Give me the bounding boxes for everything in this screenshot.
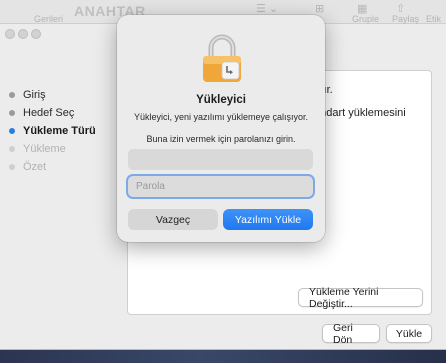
step-destination: Hedef Seç [6,104,116,122]
step-dot-icon [9,146,15,152]
step-dot-icon [9,92,15,98]
username-field[interactable] [128,149,313,170]
close-window-button[interactable] [5,29,15,39]
install-software-button[interactable]: Yazılımı Yükle [223,209,313,230]
desktop-wallpaper [0,350,446,363]
toolbar-group-label: Gruple [352,14,380,24]
step-label: Yükleme Türü [23,125,96,137]
step-dot-icon [9,128,15,134]
installer-steps: Giriş Hedef Seç Yükleme Türü Yükleme Öze… [6,86,116,176]
back-button[interactable]: Geri Dön [322,322,380,346]
password-field[interactable] [128,176,313,197]
step-intro: Giriş [6,86,116,104]
dialog-title: Yükleyici [196,94,246,106]
dialog-message: Yükleyici, yeni yazılımı yüklemeye çalış… [133,112,309,122]
toolbar-left-label: Gerileri [34,14,64,24]
list-view-icon[interactable]: ☰ ⌄ [256,2,278,15]
cancel-button[interactable]: Vazgeç [128,209,218,230]
step-label: Özet [23,161,47,173]
dialog-prompt: Buna izin vermek için parolanızı girin. [146,134,296,144]
install-button[interactable]: Yükle [386,324,432,343]
authentication-dialog: Yükleyici Yükleyici, yeni yazılımı yükle… [117,15,325,242]
step-dot-icon [9,164,15,170]
content-line-2: andart yüklemesini [314,107,406,119]
sort-icon[interactable]: ⊞ [315,2,324,15]
step-install-type: Yükleme Türü [6,122,116,140]
minimize-window-button[interactable] [18,29,28,39]
step-summary: Özet [6,158,116,176]
toolbar-tag-label: Etik [426,14,442,24]
lock-icon [203,34,241,82]
toolbar-share-label: Paylaş [392,14,420,24]
step-label: Hedef Seç [23,107,75,119]
step-installation: Yükleme [6,140,116,158]
change-install-location-button[interactable]: Yükleme Yerini Değiştir... [298,286,423,310]
zoom-window-button[interactable] [31,29,41,39]
step-label: Yükleme [23,143,66,155]
step-dot-icon [9,110,15,116]
step-label: Giriş [23,89,46,101]
